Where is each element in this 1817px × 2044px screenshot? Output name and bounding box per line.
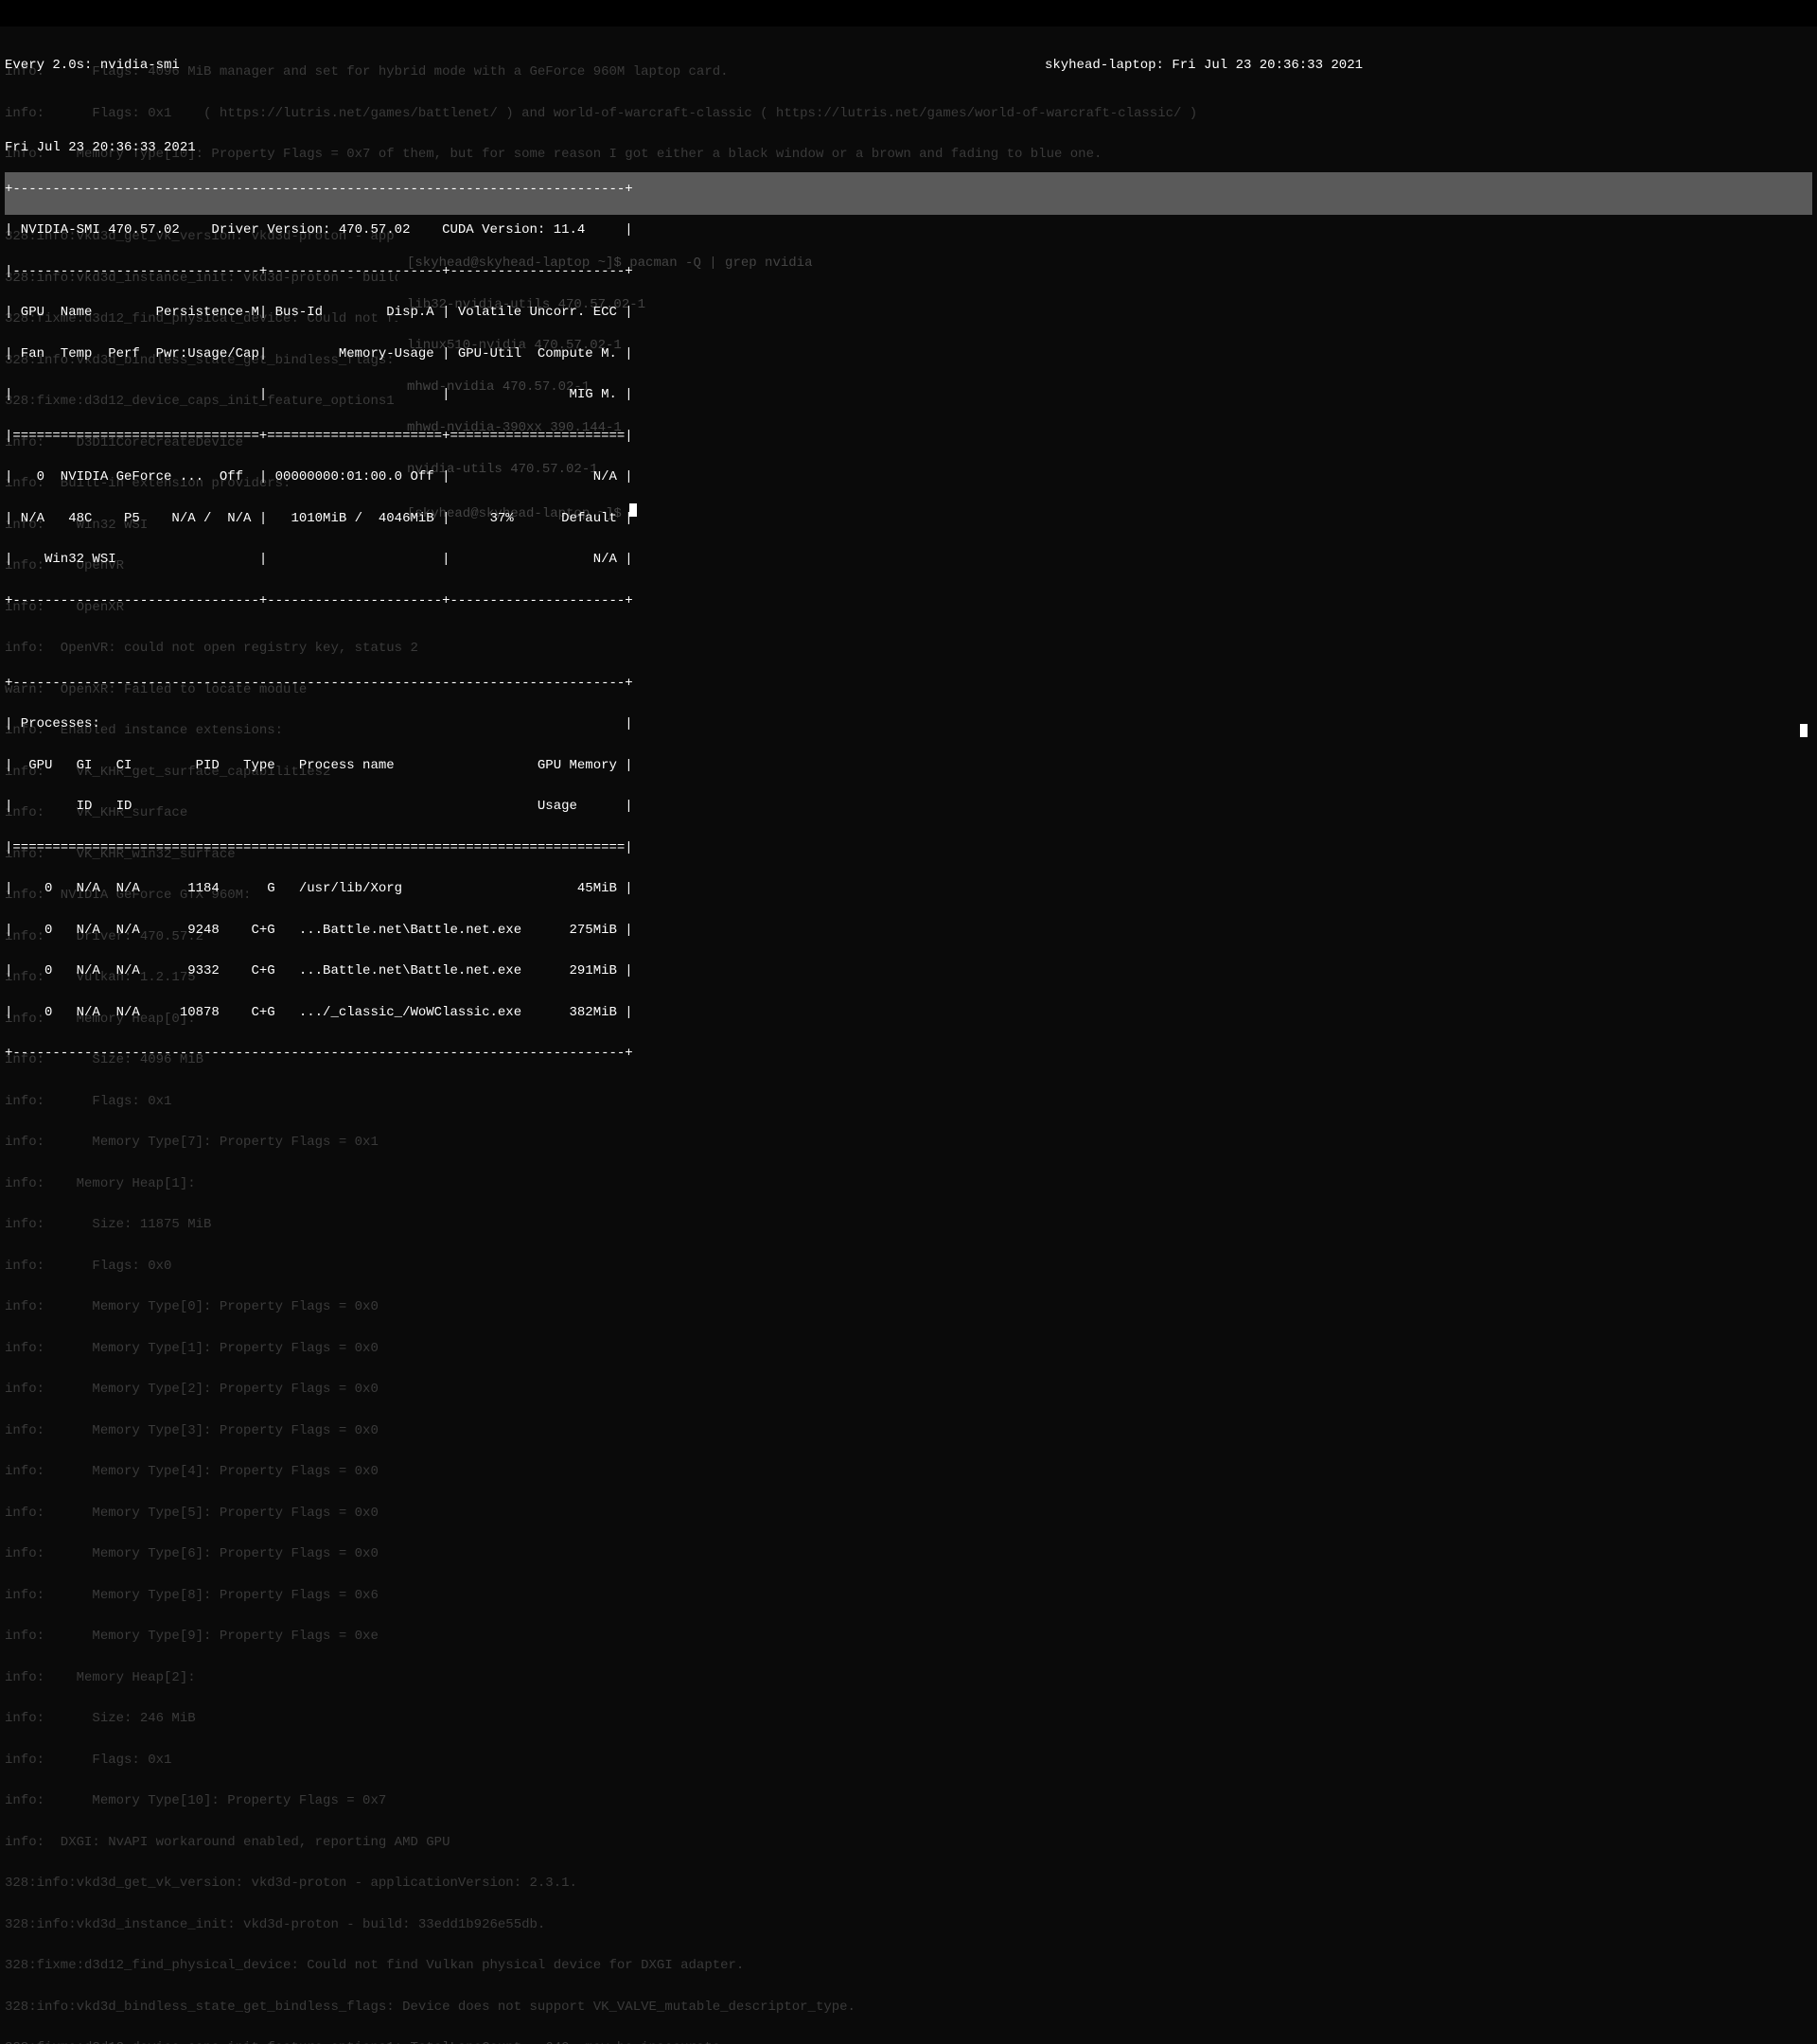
process-row: | 0 N/A N/A 10878 C+G .../_classic_/WoWC… (5, 1006, 1363, 1020)
log-line: info: Memory Type[0]: Property Flags = 0… (5, 1300, 1197, 1314)
table-border: +---------------------------------------… (5, 677, 1363, 691)
log-line: info: Size: 11875 MiB (5, 1218, 1197, 1232)
log-line: info: Size: 246 MiB (5, 1712, 1197, 1726)
log-line: info: Memory Type[2]: Property Flags = 0… (5, 1383, 1197, 1397)
log-line: info: Memory Type[4]: Property Flags = 0… (5, 1465, 1197, 1479)
log-line: info: Memory Type[6]: Property Flags = 0… (5, 1547, 1197, 1561)
table-border: |-------------------------------+-------… (5, 265, 1363, 279)
table-border: +---------------------------------------… (5, 1047, 1363, 1061)
table-border: |===============================+=======… (5, 430, 1363, 444)
table-header: | | | MIG M. | (5, 388, 1363, 402)
log-line: 328:info:vkd3d_bindless_state_get_bindle… (5, 2000, 1197, 2015)
process-header: | GPU GI CI PID Type Process name GPU Me… (5, 759, 1363, 773)
version-row: | NVIDIA-SMI 470.57.02 Driver Version: 4… (5, 223, 1363, 238)
log-line: info: Flags: 0x1 (5, 1753, 1197, 1768)
watch-header: Every 2.0s: nvidia-smiskyhead-laptop: Fr… (5, 59, 1363, 73)
log-line: info: Memory Heap[2]: (5, 1671, 1197, 1685)
log-line: info: Memory Heap[1]: (5, 1177, 1197, 1191)
log-line: 328:fixme:d3d12_find_physical_device: Co… (5, 1959, 1197, 1973)
gpu-row: | Win32 WSI | | N/A | (5, 553, 1363, 567)
log-line: info: Memory Type[1]: Property Flags = 0… (5, 1342, 1197, 1356)
process-row: | 0 N/A N/A 9248 C+G ...Battle.net\Battl… (5, 924, 1363, 938)
gpu-row: | 0 NVIDIA GeForce ... Off | 00000000:01… (5, 470, 1363, 485)
date-line: Fri Jul 23 20:36:33 2021 (5, 141, 1363, 155)
blank-line (5, 100, 1363, 115)
log-line: 328:info:vkd3d_get_vk_version: vkd3d-pro… (5, 1877, 1197, 1891)
log-line: info: Memory Type[7]: Property Flags = 0… (5, 1136, 1197, 1150)
log-line: info: Memory Type[8]: Property Flags = 0… (5, 1589, 1197, 1603)
process-header: | Processes: | (5, 717, 1363, 731)
cursor-icon (1800, 724, 1808, 737)
table-border: +---------------------------------------… (5, 183, 1363, 197)
log-line: info: Memory Type[9]: Property Flags = 0… (5, 1630, 1197, 1644)
table-border: +-------------------------------+-------… (5, 594, 1363, 608)
process-header: | ID ID Usage | (5, 800, 1363, 814)
log-line: info: DXGI: NvAPI workaround enabled, re… (5, 1836, 1197, 1850)
watch-terminal[interactable]: Every 2.0s: nvidia-smiskyhead-laptop: Fr… (5, 31, 1363, 1074)
blank-line (5, 635, 1363, 649)
log-line: info: Flags: 0x0 (5, 1260, 1197, 1274)
log-line: info: Flags: 0x1 (5, 1095, 1197, 1109)
log-line: info: Memory Type[5]: Property Flags = 0… (5, 1507, 1197, 1521)
table-border: |=======================================… (5, 841, 1363, 855)
log-line: info: Memory Type[10]: Property Flags = … (5, 1794, 1197, 1808)
process-row: | 0 N/A N/A 1184 G /usr/lib/Xorg 45MiB | (5, 882, 1363, 896)
process-row: | 0 N/A N/A 9332 C+G ...Battle.net\Battl… (5, 964, 1363, 978)
table-header: | Fan Temp Perf Pwr:Usage/Cap| Memory-Us… (5, 347, 1363, 361)
terminal-titlebar (0, 0, 1817, 26)
table-header: | GPU Name Persistence-M| Bus-Id Disp.A … (5, 306, 1363, 320)
gpu-row: | N/A 48C P5 N/A / N/A | 1010MiB / 4046M… (5, 512, 1363, 526)
log-line: 328:info:vkd3d_instance_init: vkd3d-prot… (5, 1918, 1197, 1932)
log-line: 328:fixme:d3d12_device_caps_init_feature… (5, 2041, 1197, 2044)
log-line: info: Memory Type[3]: Property Flags = 0… (5, 1424, 1197, 1438)
